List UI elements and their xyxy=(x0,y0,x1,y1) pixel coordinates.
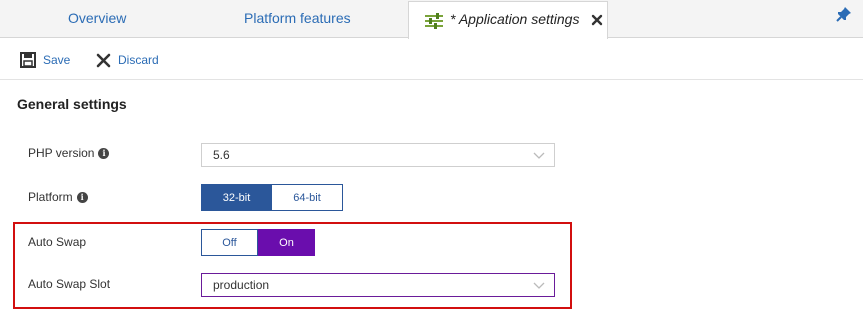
platform-label: Platform i xyxy=(28,190,88,204)
php-version-label-text: PHP version xyxy=(28,146,95,160)
save-icon xyxy=(20,52,36,68)
highlight-annotation xyxy=(13,222,572,309)
php-version-value: 5.6 xyxy=(213,148,230,162)
discard-icon xyxy=(96,53,111,67)
tab-overview[interactable]: Overview xyxy=(68,0,126,38)
tab-application-settings[interactable]: * Application settings xyxy=(408,1,608,39)
section-title: General settings xyxy=(17,96,127,112)
pin-icon[interactable] xyxy=(836,6,852,22)
discard-button[interactable]: Discard xyxy=(96,50,159,70)
close-icon[interactable] xyxy=(590,13,604,27)
tab-label: * Application settings xyxy=(450,11,580,27)
tab-bar: Overview Platform features * Application… xyxy=(0,0,863,39)
platform-32bit-option[interactable]: 32-bit xyxy=(201,184,272,211)
info-icon[interactable]: i xyxy=(76,191,88,203)
command-bar: Save Discard xyxy=(0,39,863,80)
chevron-down-icon xyxy=(533,152,545,159)
php-version-label: PHP version i xyxy=(28,146,110,160)
info-icon[interactable]: i xyxy=(98,147,110,159)
platform-64bit-option[interactable]: 64-bit xyxy=(272,184,343,211)
platform-label-text: Platform xyxy=(28,190,73,204)
save-label: Save xyxy=(43,53,71,67)
discard-label: Discard xyxy=(118,53,159,67)
settings-icon xyxy=(425,13,443,29)
save-button[interactable]: Save xyxy=(20,50,70,70)
platform-toggle: 32-bit 64-bit xyxy=(201,184,343,211)
php-version-dropdown[interactable]: 5.6 xyxy=(201,143,555,167)
tab-platform-features[interactable]: Platform features xyxy=(244,0,351,38)
